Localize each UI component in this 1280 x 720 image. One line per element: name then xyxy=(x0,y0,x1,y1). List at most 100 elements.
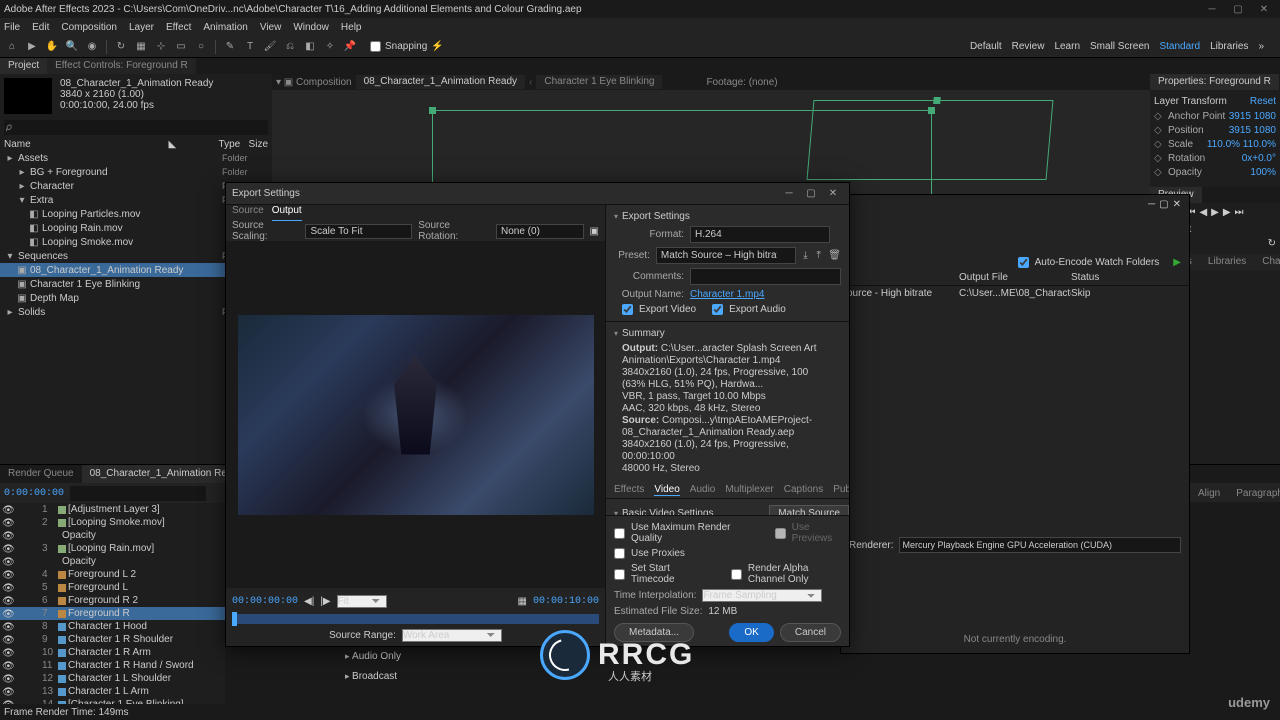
metadata-button[interactable]: Metadata... xyxy=(614,623,694,642)
rotate-tool-icon[interactable]: ↻ xyxy=(113,39,129,55)
preset-select[interactable]: Match Source – High bitrate xyxy=(656,247,796,264)
rect-tool-icon[interactable]: ▭ xyxy=(173,39,189,55)
tab-publish[interactable]: Publish xyxy=(833,484,849,495)
tree-row[interactable]: ▸AssetsFolder xyxy=(0,151,272,165)
source-range-select[interactable]: Work Area xyxy=(402,629,502,642)
ws-small[interactable]: Small Screen xyxy=(1090,41,1149,52)
timecode-in[interactable]: 00:00:00:00 xyxy=(232,596,298,607)
layer-row[interactable]: 👁13Character 1 L Arm xyxy=(0,685,225,698)
dialog-close-icon[interactable]: ✕ xyxy=(823,187,843,201)
tab-render-queue[interactable]: Render Queue xyxy=(0,465,82,483)
dialog-minimize-icon[interactable]: ─ xyxy=(779,187,799,201)
tab-chara[interactable]: Chara xyxy=(1254,254,1280,270)
tab-audio[interactable]: Audio xyxy=(690,484,716,495)
property-row[interactable]: ◇Scale110.0% 110.0% xyxy=(1154,137,1276,151)
tag-icon[interactable]: ◣ xyxy=(169,139,219,149)
ok-button[interactable]: OK xyxy=(729,623,773,642)
menu-edit[interactable]: Edit xyxy=(32,22,49,33)
ame-close-icon[interactable]: ✕ xyxy=(1173,199,1181,210)
timecode-out[interactable]: 00:00:10:00 xyxy=(533,596,599,607)
tab-video[interactable]: Video xyxy=(654,484,679,496)
export-video-checkbox[interactable] xyxy=(622,304,633,315)
puppet-tool-icon[interactable]: 📌 xyxy=(342,39,358,55)
brush-tool-icon[interactable]: 🖌 xyxy=(262,39,278,55)
menu-composition[interactable]: Composition xyxy=(61,22,117,33)
ws-learn[interactable]: Learn xyxy=(1054,41,1080,52)
step-back-icon[interactable]: ◀| xyxy=(304,596,314,607)
export-settings-header[interactable]: Export Settings xyxy=(614,209,841,224)
tab-project[interactable]: Project xyxy=(0,58,47,74)
menu-file[interactable]: File xyxy=(4,22,20,33)
start-tc-checkbox[interactable] xyxy=(614,569,625,580)
tab-effect-controls[interactable]: Effect Controls: Foreground R xyxy=(47,58,196,74)
last-frame-icon[interactable]: ⏭ xyxy=(1235,207,1244,218)
menu-window[interactable]: Window xyxy=(293,22,329,33)
clone-tool-icon[interactable]: ⎌ xyxy=(282,39,298,55)
tab-captions[interactable]: Captions xyxy=(784,484,823,495)
source-scaling-select[interactable]: Scale To Fit xyxy=(305,224,412,239)
layer-list[interactable]: 👁1[Adjustment Layer 3]👁2[Looping Smoke.m… xyxy=(0,503,225,704)
layer-row[interactable]: 👁7Foreground R xyxy=(0,607,225,620)
layer-row[interactable]: 👁6Foreground R 2 xyxy=(0,594,225,607)
ws-more-icon[interactable]: » xyxy=(1258,41,1264,52)
preset-save-icon[interactable]: ⤓ xyxy=(802,249,809,263)
text-tool-icon[interactable]: T xyxy=(242,39,258,55)
use-proxies-checkbox[interactable] xyxy=(614,548,625,559)
layer-row[interactable]: 👁10Character 1 R Arm xyxy=(0,646,225,659)
roto-tool-icon[interactable]: ✧ xyxy=(322,39,338,55)
ws-default[interactable]: Default xyxy=(970,41,1002,52)
tab-source[interactable]: Source xyxy=(232,205,264,221)
ws-standard[interactable]: Standard xyxy=(1159,41,1200,52)
comp-nav-icon[interactable]: ▾ ▣ Composition xyxy=(276,77,352,88)
renderer-select[interactable]: Mercury Playback Engine GPU Acceleration… xyxy=(899,537,1181,553)
property-row[interactable]: ◇Opacity100% xyxy=(1154,165,1276,179)
comp-tab-b[interactable]: Character 1 Eye Blinking xyxy=(536,75,662,89)
layer-bounds-2[interactable] xyxy=(807,100,1054,180)
comments-input[interactable] xyxy=(690,268,841,285)
max-render-checkbox[interactable] xyxy=(614,528,625,539)
layer-row[interactable]: 👁8Character 1 Hood xyxy=(0,620,225,633)
preset-import-icon[interactable]: ⤒ xyxy=(815,249,822,263)
close-icon[interactable]: ✕ xyxy=(1252,2,1276,16)
snapping-options-icon[interactable]: ⚡ xyxy=(431,41,443,52)
next-frame-icon[interactable]: ▶ xyxy=(1223,207,1231,218)
layer-row[interactable]: 👁3[Looping Rain.mov] xyxy=(0,542,225,555)
home-icon[interactable]: ⌂ xyxy=(4,39,20,55)
timeline-search-input[interactable] xyxy=(70,486,206,501)
layer-row[interactable]: 👁11Character 1 R Hand / Sword xyxy=(0,659,225,672)
menu-help[interactable]: Help xyxy=(341,22,362,33)
menu-view[interactable]: View xyxy=(260,22,282,33)
tab-align[interactable]: Align xyxy=(1190,486,1228,502)
layer-row[interactable]: 👁12Character 1 L Shoulder xyxy=(0,672,225,685)
preset-delete-icon[interactable]: 🗑 xyxy=(828,249,841,263)
fit-select[interactable]: Fit xyxy=(337,595,387,608)
ellipse-tool-icon[interactable]: ○ xyxy=(193,39,209,55)
match-source-button[interactable]: Match Source xyxy=(769,505,849,515)
play-icon[interactable]: ▶ xyxy=(1211,207,1219,218)
project-search-input[interactable] xyxy=(4,120,268,135)
auto-encode-checkbox[interactable] xyxy=(1018,257,1029,268)
hand-tool-icon[interactable]: ✋ xyxy=(44,39,60,55)
orbit-tool-icon[interactable]: ◉ xyxy=(84,39,100,55)
anchor-tool-icon[interactable]: ⊹ xyxy=(153,39,169,55)
layer-row[interactable]: 👁1[Adjustment Layer 3] xyxy=(0,503,225,516)
layer-row[interactable]: 👁5Foreground L xyxy=(0,581,225,594)
maximize-icon[interactable]: ▢ xyxy=(1226,2,1250,16)
ame-queue-row[interactable]: ource - High bitrate C:\User...ME\08_Cha… xyxy=(841,286,1189,301)
tab-paragraph[interactable]: Paragraph xyxy=(1228,486,1280,502)
property-row[interactable]: ◇Position3915 1080 xyxy=(1154,123,1276,137)
selection-tool-icon[interactable]: ▶ xyxy=(24,39,40,55)
menu-animation[interactable]: Animation xyxy=(203,22,247,33)
dialog-maximize-icon[interactable]: ▢ xyxy=(801,187,821,201)
tab-output[interactable]: Output xyxy=(272,205,302,221)
aspect-icon[interactable]: ▦ xyxy=(518,596,527,607)
pen-tool-icon[interactable]: ✎ xyxy=(222,39,238,55)
snapping-toggle[interactable]: Snapping ⚡ xyxy=(370,41,444,52)
ame-min-icon[interactable]: ─ xyxy=(1148,199,1155,210)
output-name-link[interactable]: Character 1.mp4 xyxy=(690,289,764,300)
summary-header[interactable]: Summary xyxy=(614,326,841,341)
current-time[interactable]: 0:00:00:00 xyxy=(4,488,64,499)
property-row[interactable]: ◇Rotation0x+0.0° xyxy=(1154,151,1276,165)
ame-max-icon[interactable]: ▢ xyxy=(1159,199,1168,210)
ws-review[interactable]: Review xyxy=(1012,41,1045,52)
